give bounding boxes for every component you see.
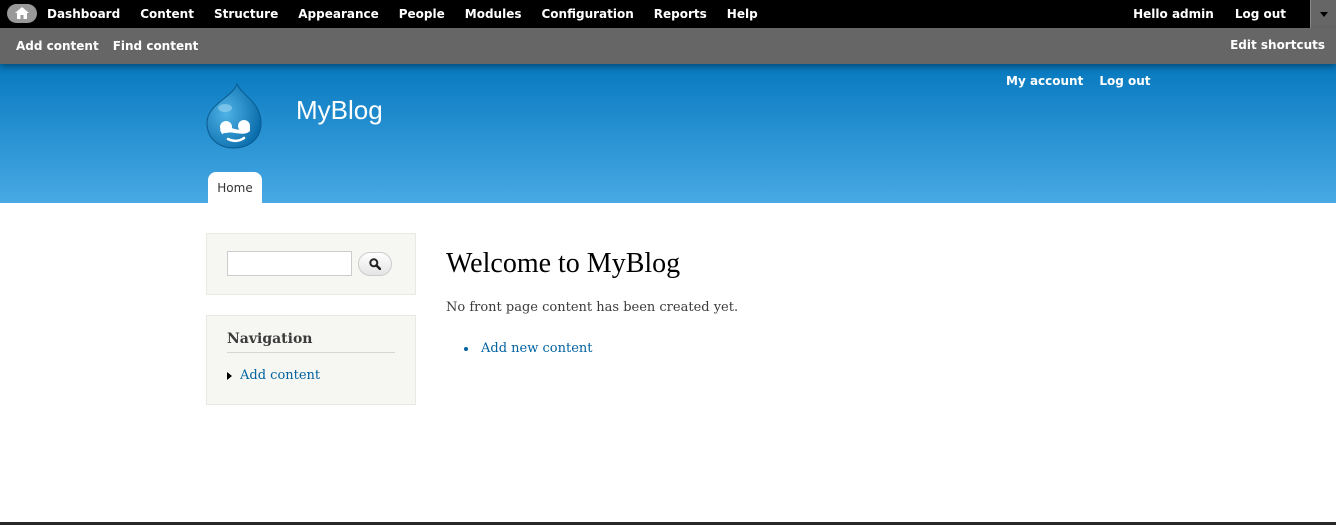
empty-front-page-message: No front page content has been created y… xyxy=(446,300,739,315)
secondary-menu: My account Log out xyxy=(1006,74,1167,88)
bullet-icon xyxy=(464,346,468,351)
toolbar-toggle-button[interactable] xyxy=(1310,0,1336,28)
shortcut-find-content[interactable]: Find content xyxy=(106,39,206,53)
my-account-link[interactable]: My account xyxy=(1006,74,1083,88)
menu-dashboard[interactable]: Dashboard xyxy=(37,0,130,28)
tab-home[interactable]: Home xyxy=(208,172,262,203)
admin-menu: Dashboard Content Structure Appearance P… xyxy=(37,0,768,28)
main-tabs: Home xyxy=(208,172,262,203)
nav-add-content-link[interactable]: Add content xyxy=(227,368,320,383)
navigation-title: Navigation xyxy=(227,331,395,353)
toolbar-logout-link[interactable]: Log out xyxy=(1235,7,1286,21)
admin-toolbar: Dashboard Content Structure Appearance P… xyxy=(0,0,1336,28)
menu-reports[interactable]: Reports xyxy=(644,0,717,28)
navigation-block: Navigation Add content xyxy=(206,315,416,405)
site-header: MyBlog My account Log out Home xyxy=(0,64,1336,203)
site-name[interactable]: MyBlog xyxy=(296,95,383,126)
menu-structure[interactable]: Structure xyxy=(204,0,288,28)
content-links: Add new content xyxy=(464,341,592,356)
menu-help[interactable]: Help xyxy=(717,0,768,28)
username[interactable]: admin xyxy=(1172,7,1214,21)
main-content: Welcome to MyBlog No front page content … xyxy=(446,248,738,356)
search-icon xyxy=(369,258,381,270)
menu-people[interactable]: People xyxy=(389,0,455,28)
menu-configuration[interactable]: Configuration xyxy=(532,0,644,28)
search-input[interactable] xyxy=(227,251,352,276)
search-block xyxy=(206,233,416,295)
hello-user: Hello admin xyxy=(1133,7,1214,21)
menu-appearance[interactable]: Appearance xyxy=(288,0,389,28)
menu-modules[interactable]: Modules xyxy=(455,0,532,28)
home-icon xyxy=(15,7,29,19)
page-title: Welcome to MyBlog xyxy=(446,248,681,279)
user-toolbar: Hello admin Log out xyxy=(1133,0,1336,28)
home-button[interactable] xyxy=(7,4,37,23)
drupal-logo-icon[interactable] xyxy=(204,82,264,150)
header-logout-link[interactable]: Log out xyxy=(1099,74,1150,88)
add-new-content-label: Add new content xyxy=(481,341,593,356)
arrow-right-icon xyxy=(227,371,232,380)
hello-prefix: Hello xyxy=(1133,7,1168,21)
edit-shortcuts-link[interactable]: Edit shortcuts xyxy=(1230,28,1325,62)
add-new-content-link[interactable]: Add new content xyxy=(464,341,592,356)
shortcuts-bar: Add content Find content Edit shortcuts xyxy=(0,28,1336,64)
shortcut-list: Add content Find content xyxy=(9,28,205,63)
nav-add-content-label: Add content xyxy=(240,368,321,383)
menu-content[interactable]: Content xyxy=(130,0,204,28)
shortcut-add-content[interactable]: Add content xyxy=(9,39,106,53)
search-button[interactable] xyxy=(358,252,392,276)
